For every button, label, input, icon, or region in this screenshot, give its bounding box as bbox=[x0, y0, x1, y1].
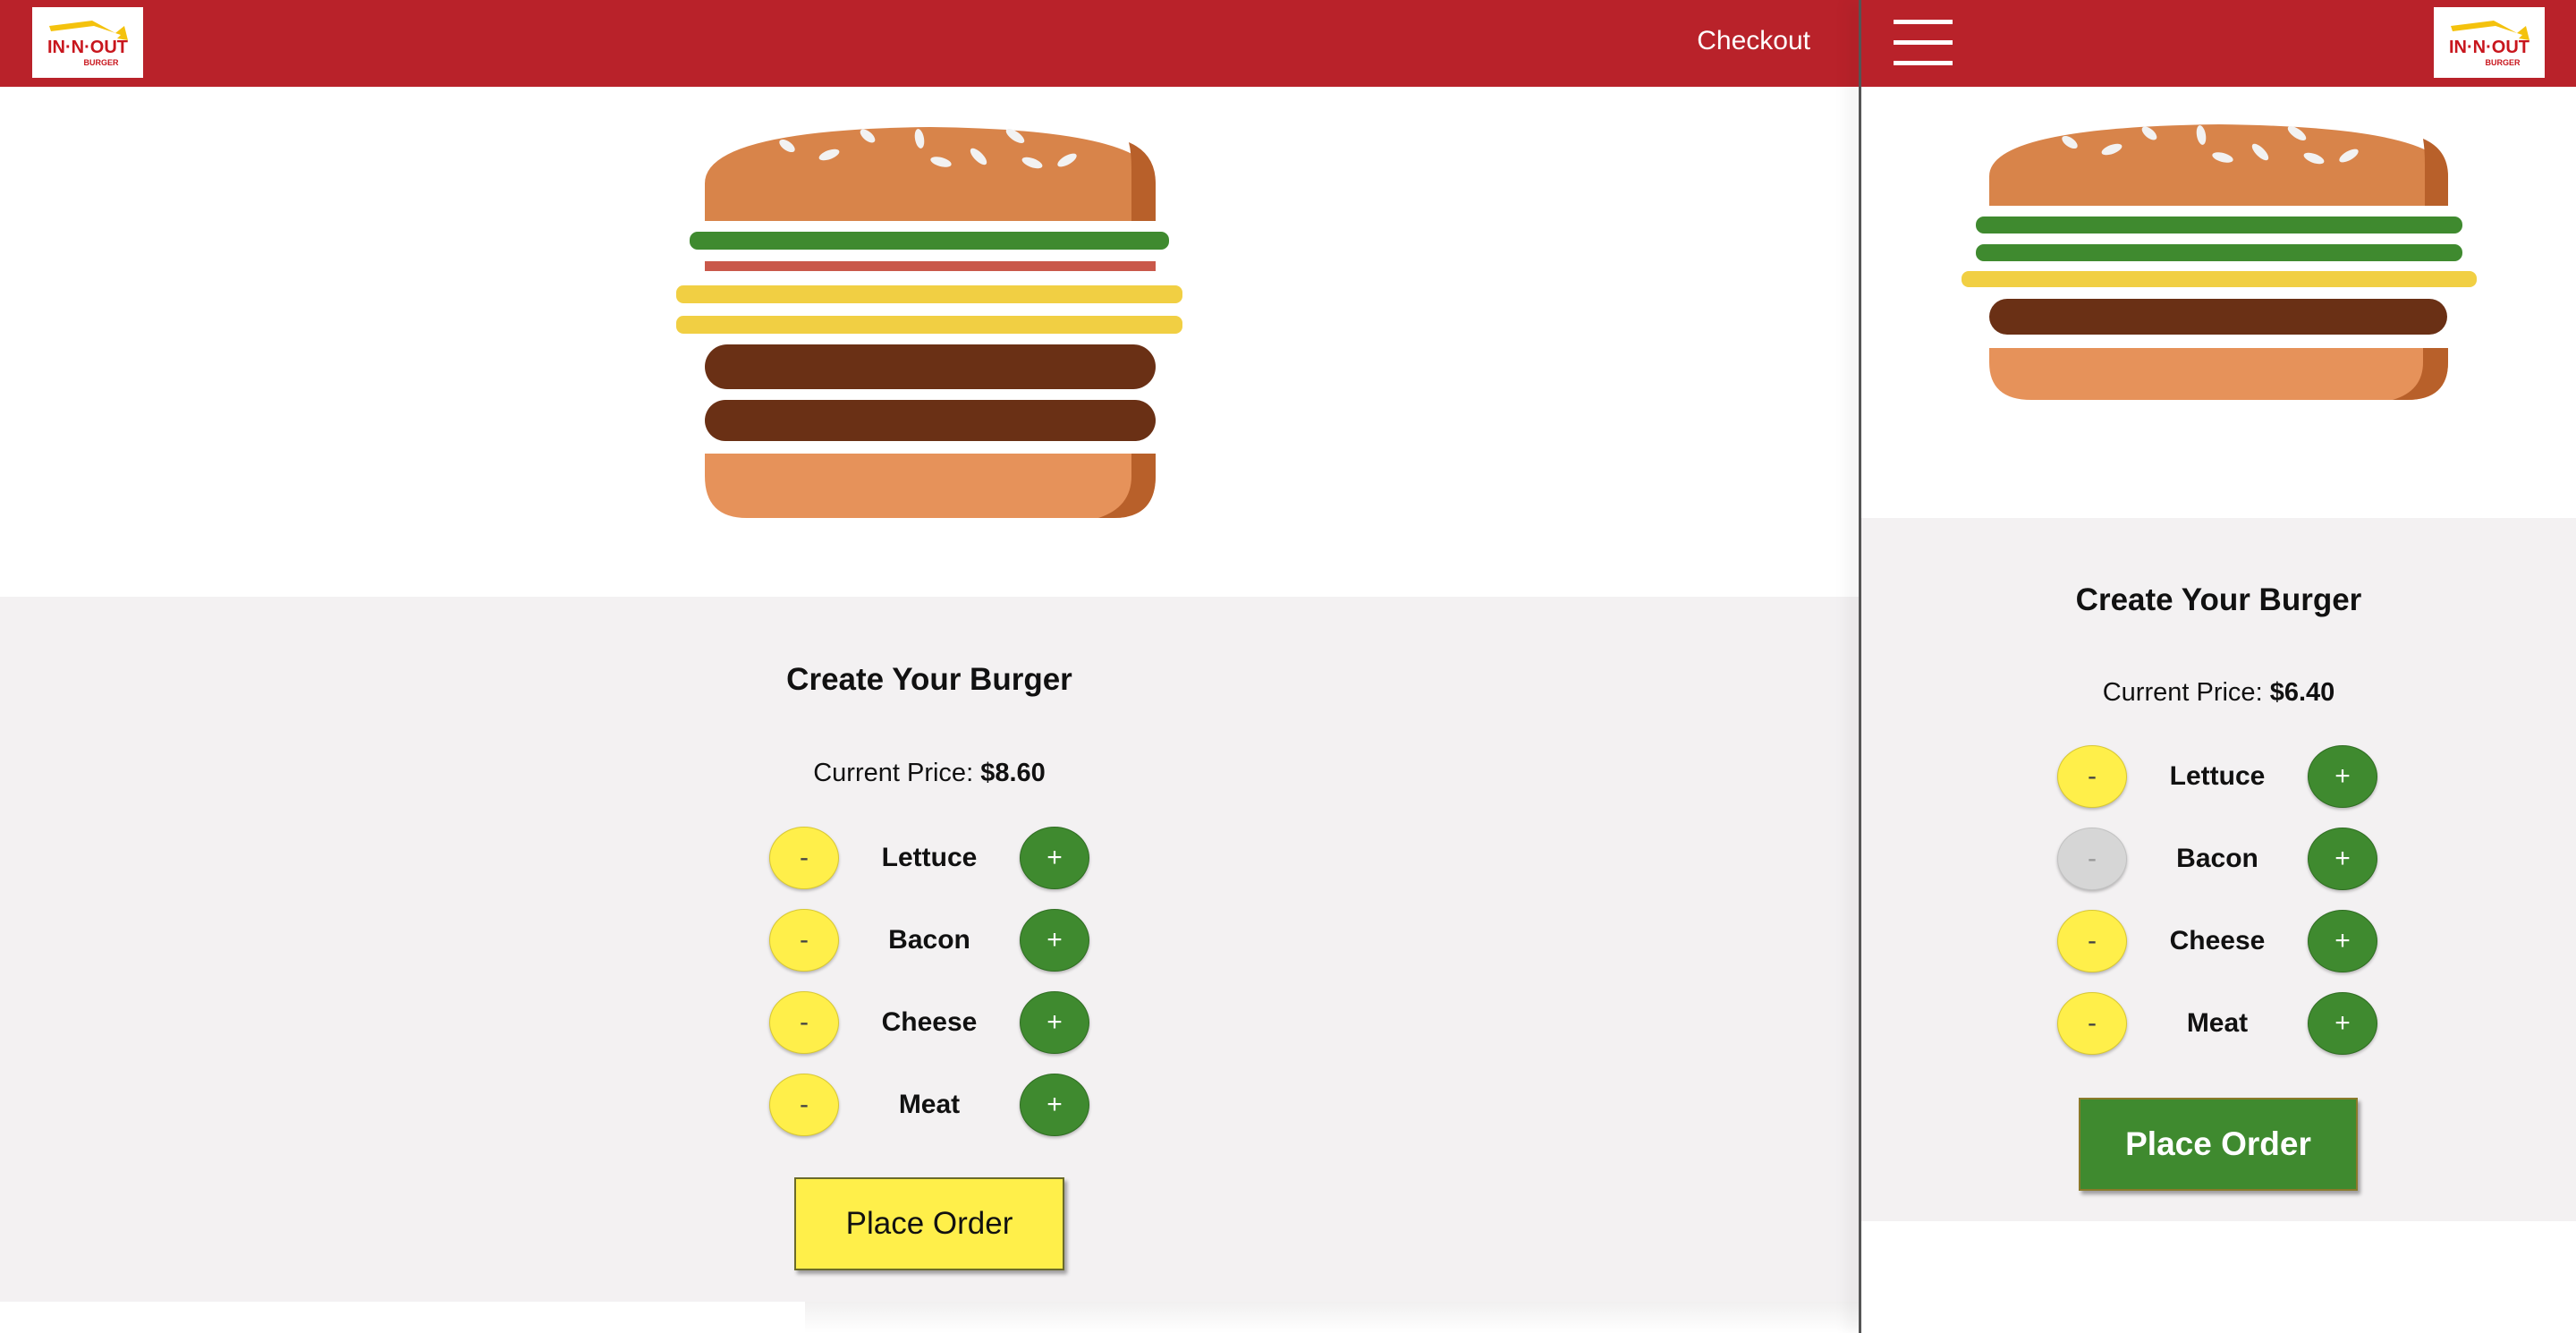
layer-meat bbox=[705, 400, 1156, 441]
meat-less-button[interactable]: - bbox=[769, 1074, 839, 1136]
control-bacon: - Bacon + bbox=[767, 909, 1091, 972]
meat-more-button[interactable]: + bbox=[1020, 1074, 1089, 1136]
burger-stage bbox=[1861, 87, 2576, 518]
lettuce-less-button[interactable]: - bbox=[769, 827, 839, 889]
control-meat: - Meat + bbox=[767, 1074, 1091, 1136]
builder-title: Create Your Burger bbox=[786, 662, 1072, 697]
top-bun bbox=[705, 127, 1156, 221]
bacon-less-button[interactable]: - bbox=[769, 909, 839, 972]
layer-cheese bbox=[1962, 271, 2477, 287]
bottom-bun bbox=[705, 454, 1156, 518]
brand-logo[interactable]: IN·N·OUT BURGER bbox=[32, 7, 143, 78]
layer-lettuce bbox=[1976, 244, 2462, 261]
control-lettuce: - Lettuce + bbox=[2055, 745, 2379, 808]
bacon-more-button[interactable]: + bbox=[2308, 828, 2377, 890]
layer-meat bbox=[705, 344, 1156, 389]
layer-bacon bbox=[705, 261, 1156, 271]
lettuce-more-button[interactable]: + bbox=[2308, 745, 2377, 808]
meat-label: Meat bbox=[2186, 1008, 2249, 1038]
control-cheese: - Cheese + bbox=[2055, 910, 2379, 972]
top-bun bbox=[1989, 124, 2448, 206]
builder-title: Create Your Burger bbox=[2075, 582, 2362, 617]
bacon-label: Bacon bbox=[888, 925, 970, 955]
lettuce-more-button[interactable]: + bbox=[1020, 827, 1089, 889]
cheese-label: Cheese bbox=[2169, 926, 2266, 955]
price-value: $8.60 bbox=[980, 759, 1046, 787]
top-bun-shadow bbox=[2423, 139, 2448, 206]
top-nav-bar: IN·N·OUT BURGER Checkout bbox=[0, 0, 1859, 87]
current-price: Current Price: $8.60 bbox=[0, 759, 1859, 788]
footer-edge bbox=[805, 1302, 1859, 1333]
layer-cheese bbox=[676, 316, 1182, 334]
meat-label: Meat bbox=[898, 1090, 961, 1119]
place-order-button[interactable]: Place Order bbox=[2079, 1098, 2358, 1191]
top-nav-bar: IN·N·OUT BURGER bbox=[1861, 0, 2576, 87]
cheese-label: Cheese bbox=[881, 1007, 978, 1037]
place-order-button[interactable]: Place Order bbox=[794, 1177, 1064, 1270]
price-label: Current Price: bbox=[2102, 678, 2263, 707]
cheese-less-button[interactable]: - bbox=[769, 991, 839, 1054]
desktop-view: IN·N·OUT BURGER Checkout Create Your Bur… bbox=[0, 0, 1859, 1333]
meat-less-button[interactable]: - bbox=[2057, 992, 2127, 1055]
price-value: $6.40 bbox=[2269, 678, 2335, 707]
logo-subtext: BURGER bbox=[2485, 58, 2521, 67]
meat-more-button[interactable]: + bbox=[2308, 992, 2377, 1055]
top-bun-shadow bbox=[1129, 142, 1156, 221]
layer-cheese bbox=[676, 285, 1182, 303]
control-meat: - Meat + bbox=[2055, 992, 2379, 1055]
bacon-label: Bacon bbox=[2176, 844, 2258, 873]
burger-illustration bbox=[1962, 124, 2477, 400]
layer-meat bbox=[1989, 299, 2447, 335]
bacon-less-button[interactable]: - bbox=[2057, 828, 2127, 890]
mobile-view: IN·N·OUT BURGER Create Your Burger Curre… bbox=[1861, 0, 2576, 1333]
logo-text: IN·N·OUT bbox=[2449, 38, 2529, 57]
lettuce-less-button[interactable]: - bbox=[2057, 745, 2127, 808]
control-cheese: - Cheese + bbox=[767, 991, 1091, 1054]
control-lettuce: - Lettuce + bbox=[767, 827, 1091, 889]
logo-subtext: BURGER bbox=[83, 58, 119, 67]
cheese-more-button[interactable]: + bbox=[1020, 991, 1089, 1054]
hamburger-menu-icon[interactable] bbox=[1894, 20, 1953, 66]
bottom-bun bbox=[1989, 348, 2448, 400]
burger-illustration bbox=[676, 127, 1182, 518]
price-label: Current Price: bbox=[813, 759, 974, 787]
layer-lettuce bbox=[690, 232, 1169, 250]
checkout-link[interactable]: Checkout bbox=[1697, 25, 1810, 57]
cheese-more-button[interactable]: + bbox=[2308, 910, 2377, 972]
logo-text: IN·N·OUT bbox=[47, 38, 128, 57]
brand-logo[interactable]: IN·N·OUT BURGER bbox=[2434, 7, 2545, 78]
current-price: Current Price: $6.40 bbox=[1861, 678, 2576, 708]
lettuce-label: Lettuce bbox=[2169, 761, 2266, 791]
lettuce-label: Lettuce bbox=[881, 843, 978, 872]
burger-stage bbox=[0, 87, 1859, 597]
bacon-more-button[interactable]: + bbox=[1020, 909, 1089, 972]
control-bacon: - Bacon + bbox=[2055, 828, 2379, 890]
cheese-less-button[interactable]: - bbox=[2057, 910, 2127, 972]
layer-lettuce bbox=[1976, 217, 2462, 233]
